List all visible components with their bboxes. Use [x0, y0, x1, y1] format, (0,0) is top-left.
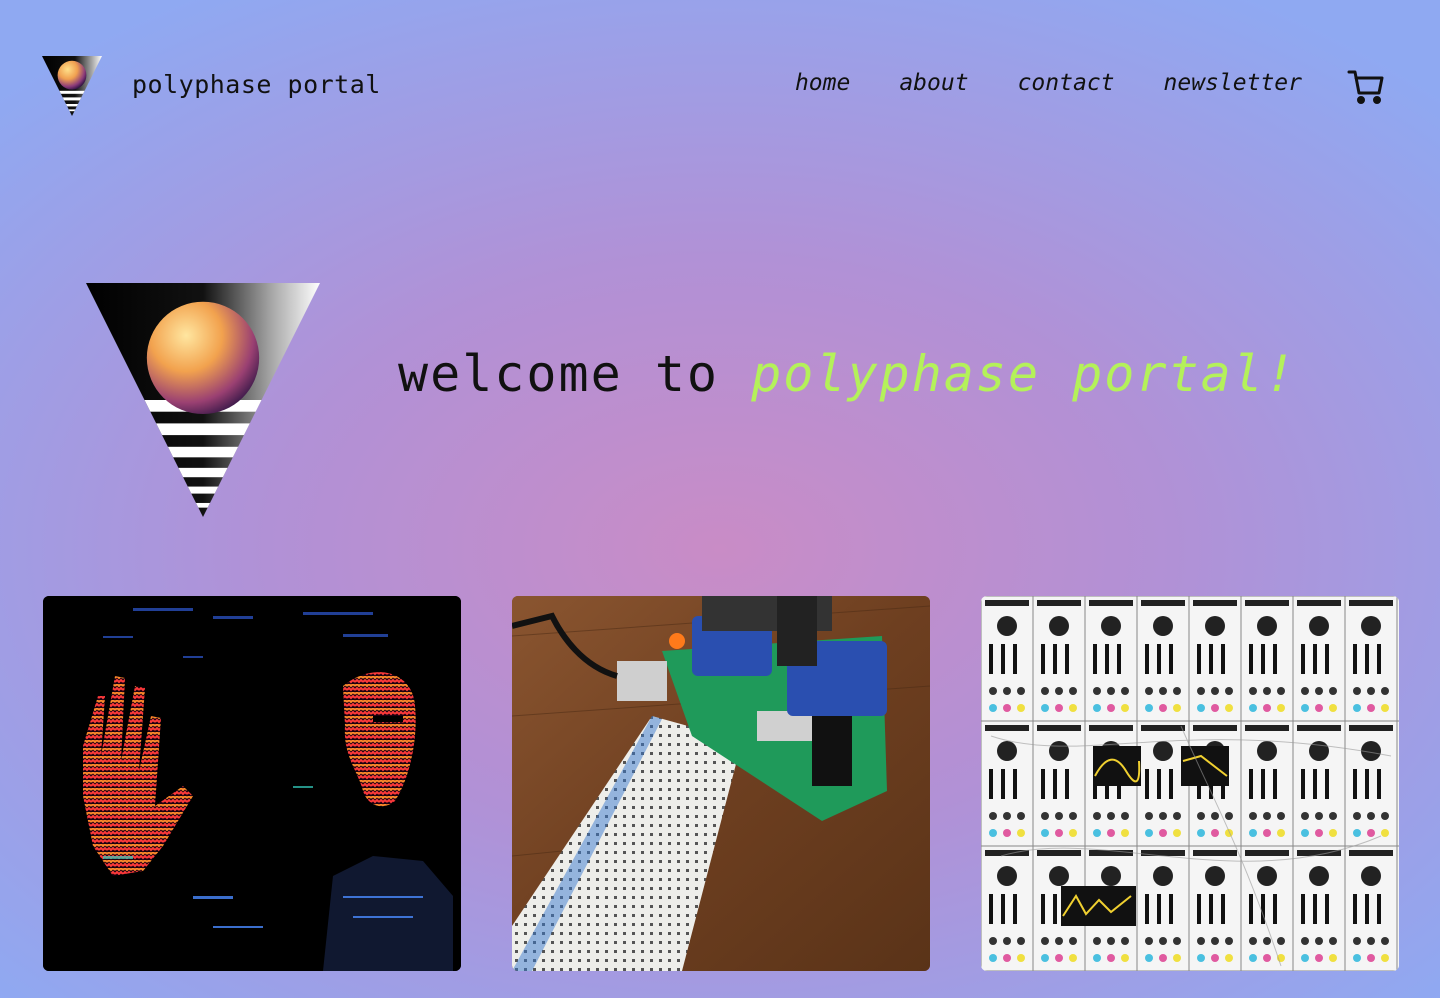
nav-home-link[interactable]: home — [795, 70, 850, 96]
site-header: polyphase portal home about contact news… — [0, 0, 1440, 170]
nav-about-link[interactable]: about — [899, 70, 968, 96]
glitch-portrait-image — [43, 596, 461, 971]
gallery-card-modular-synth[interactable] — [981, 596, 1399, 971]
hero-logo-icon — [86, 283, 320, 517]
modular-synth-image — [981, 596, 1399, 971]
polyphase-logo-icon[interactable] — [42, 56, 102, 116]
hero-title-accent: polyphase portal! — [751, 345, 1297, 403]
hero-title: welcome to polyphase portal! — [398, 345, 1297, 403]
gallery-card-breadboard[interactable] — [512, 596, 930, 971]
nav-contact-link[interactable]: contact — [1018, 70, 1115, 96]
site-name[interactable]: polyphase portal — [132, 70, 381, 99]
breadboard-circuit-image — [512, 596, 930, 971]
nav-newsletter-link[interactable]: newsletter — [1164, 70, 1302, 96]
gallery-card-glitch-portrait[interactable] — [43, 596, 461, 971]
main-nav: home about contact newsletter — [795, 70, 1302, 96]
shopping-cart-icon[interactable] — [1346, 66, 1386, 106]
hero-title-prefix: welcome to — [398, 345, 752, 403]
